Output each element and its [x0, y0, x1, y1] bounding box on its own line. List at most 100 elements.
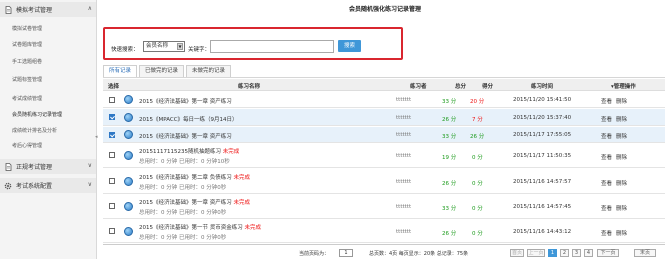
chevron-up-icon[interactable]: ∧ [88, 5, 92, 12]
tab-incomplete[interactable]: 未做完的记录 [186, 65, 232, 77]
chevron-down-icon[interactable]: ∨ [88, 162, 92, 169]
delete-link[interactable]: 删除 [616, 179, 627, 187]
row-checkbox[interactable] [109, 132, 115, 138]
delete-link[interactable]: 删除 [616, 115, 627, 123]
practice-name: 20151117115235随机抽题练习 [139, 149, 221, 155]
practice-time: 2015/11/16 14:43:12 [513, 229, 572, 235]
delete-link[interactable]: 删除 [616, 153, 627, 161]
sidebar-section-system-config[interactable]: 考试系统配置 ∨ [0, 178, 96, 193]
search-field-select[interactable]: 会员名称 ▼ [143, 41, 185, 52]
view-link[interactable]: 查看 [601, 204, 612, 212]
view-link[interactable]: 查看 [601, 153, 612, 161]
row-checkbox[interactable] [109, 97, 115, 103]
view-link[interactable]: 查看 [601, 97, 612, 105]
practice-user: ttttttt [396, 132, 412, 138]
chevron-down-icon[interactable]: ∨ [88, 181, 92, 188]
row-checkbox[interactable] [109, 114, 115, 120]
pager-summary: 总页数：4页 每页显示：20条 总记录：75条 [369, 251, 469, 257]
last-page-button[interactable]: 末页 [634, 249, 656, 257]
header-score: 得分 [482, 84, 494, 90]
sidebar-item-ranking[interactable]: 成绩统计排名及分析 [12, 127, 57, 134]
row-checkbox[interactable] [109, 203, 115, 209]
practice-name[interactable]: 2015《经济法基础》第一章 资产练习 [139, 132, 232, 140]
view-link[interactable]: 查看 [601, 179, 612, 187]
tab-all[interactable]: 所有记录 [103, 65, 138, 77]
total-score: 33 分 [442, 134, 457, 140]
row-checkbox[interactable] [109, 228, 115, 234]
page-1-button[interactable]: 1 [548, 249, 557, 257]
sidebar-item-tags[interactable]: 试题标签管理 [12, 76, 42, 83]
obtained-score: 0 分 [472, 206, 483, 212]
practice-name[interactable]: 2015《经济法基础》第一章 资产练习 [139, 97, 232, 105]
header-total: 总分 [455, 84, 467, 90]
practice-name[interactable]: 2015《MPACC》每日一练（9月14日） [139, 115, 238, 123]
search-button[interactable]: 搜索 [338, 40, 361, 52]
tab-completed[interactable]: 已做完的记录 [139, 65, 185, 77]
table-header: 选择 练习名称 练习者 总分 得分 练习时间 ▾管理操作 [103, 79, 665, 91]
practice-time: 2015/11/20 15:37:40 [513, 115, 572, 121]
page-4-button[interactable]: 4 [584, 249, 593, 257]
page-2-button[interactable]: 2 [560, 249, 569, 257]
table-row[interactable]: 2015《经济法基础》第一节 货币资金练习 未完成 总用时：0 分钟 已用时：0… [103, 220, 665, 243]
globe-icon [124, 202, 133, 211]
practice-name-line[interactable]: 2015《经济法基础》第二章 负债练习 未完成 [139, 173, 250, 181]
sidebar-item-random-practice[interactable]: 会员随机练习记录管理 [12, 111, 62, 118]
practice-user: ttttttt [396, 153, 412, 159]
delete-link[interactable]: 删除 [616, 97, 627, 105]
row-checkbox[interactable] [109, 178, 115, 184]
practice-name-line[interactable]: 20151117115235随机抽题练习 未完成 [139, 147, 239, 155]
gear-icon [4, 182, 12, 190]
table-row[interactable]: 2015《MPACC》每日一练（9月14日） ttttttt 26 分 7 分 … [103, 109, 665, 126]
sidebar-section-formal-exam[interactable]: 正规考试管理 ∨ [0, 159, 96, 174]
prev-page-button[interactable]: 上一页 [527, 249, 545, 257]
status-badge: 未完成 [222, 149, 240, 155]
keyword-label: 关键字： [188, 47, 211, 53]
sidebar-item-manual-select[interactable]: 手工选题组卷 [12, 58, 42, 65]
view-link[interactable]: 查看 [601, 115, 612, 123]
header-actions: ▾管理操作 [611, 84, 636, 90]
header-select: 选择 [108, 84, 120, 90]
practice-name-line[interactable]: 2015《经济法基础》第一节 货币资金练习 未完成 [139, 223, 261, 231]
practice-name: 2015《经济法基础》第一章 资产练习 [139, 200, 232, 206]
table-row[interactable]: 2015《经济法基础》第一章 资产练习 ttttttt 33 分 26 分 20… [103, 127, 665, 143]
sidebar-section-label: 考试系统配置 [16, 183, 53, 190]
globe-icon [124, 151, 133, 160]
first-page-button[interactable]: 首页 [510, 249, 524, 257]
sidebar-item-scores[interactable]: 考试成绩管理 [12, 95, 42, 102]
document-icon [4, 5, 12, 14]
practice-duration: 总用时：0 分钟 已用时：0 分钟0秒 [139, 235, 227, 241]
practice-duration: 总用时：0 分钟 已用时：0 分钟0秒 [139, 210, 227, 216]
practice-name: 2015《经济法基础》第一节 货币资金练习 [139, 225, 243, 231]
sidebar-section-mock-exam[interactable]: 模拟考试管理 ∧ [0, 2, 96, 17]
total-score: 19 分 [442, 155, 457, 161]
delete-link[interactable]: 删除 [616, 204, 627, 212]
header-user: 练习者 [410, 84, 427, 90]
practice-user: ttttttt [396, 97, 412, 103]
table-row[interactable]: 2015《经济法基础》第二章 负债练习 未完成 总用时：0 分钟 已用时：0 分… [103, 169, 665, 194]
practice-user: ttttttt [396, 204, 412, 210]
sidebar-item-reflections[interactable]: 考后心得管理 [12, 142, 42, 149]
sidebar: 模拟考试管理 ∧ 模拟试卷管理 试卷题库管理 手工选题组卷 试题标签管理 考试成… [0, 0, 98, 259]
chevron-down-icon: ▼ [177, 43, 183, 50]
next-page-button[interactable]: 下一页 [597, 249, 619, 257]
obtained-score: 0 分 [472, 231, 483, 237]
delete-link[interactable]: 删除 [616, 229, 627, 237]
sidebar-item-mock-papers[interactable]: 模拟试卷管理 [12, 25, 42, 32]
view-link[interactable]: 查看 [601, 132, 612, 140]
total-score: 26 分 [442, 117, 457, 123]
table-row[interactable]: 2015《经济法基础》第一章 资产练习 ttttttt 33 分 20 分 20… [103, 92, 665, 108]
table-row[interactable]: 2015《经济法基础》第一章 资产练习 未完成 总用时：0 分钟 已用时：0 分… [103, 195, 665, 219]
globe-icon [124, 95, 133, 104]
delete-link[interactable]: 删除 [616, 132, 627, 140]
search-field-value: 会员名称 [146, 43, 169, 49]
header-name: 练习名称 [238, 84, 261, 90]
row-checkbox[interactable] [109, 152, 115, 158]
page-3-button[interactable]: 3 [572, 249, 581, 257]
table-row[interactable]: 20151117115235随机抽题练习 未完成 总用时：0 分钟 已用时：0 … [103, 144, 665, 168]
current-page-input[interactable]: 1 [339, 249, 353, 257]
practice-name-line[interactable]: 2015《经济法基础》第一章 资产练习 未完成 [139, 198, 250, 206]
view-link[interactable]: 查看 [601, 229, 612, 237]
keyword-input[interactable] [210, 40, 334, 53]
sidebar-item-question-bank[interactable]: 试卷题库管理 [12, 41, 42, 48]
tab-bar: 所有记录 已做完的记录 未做完的记录 [103, 65, 233, 77]
